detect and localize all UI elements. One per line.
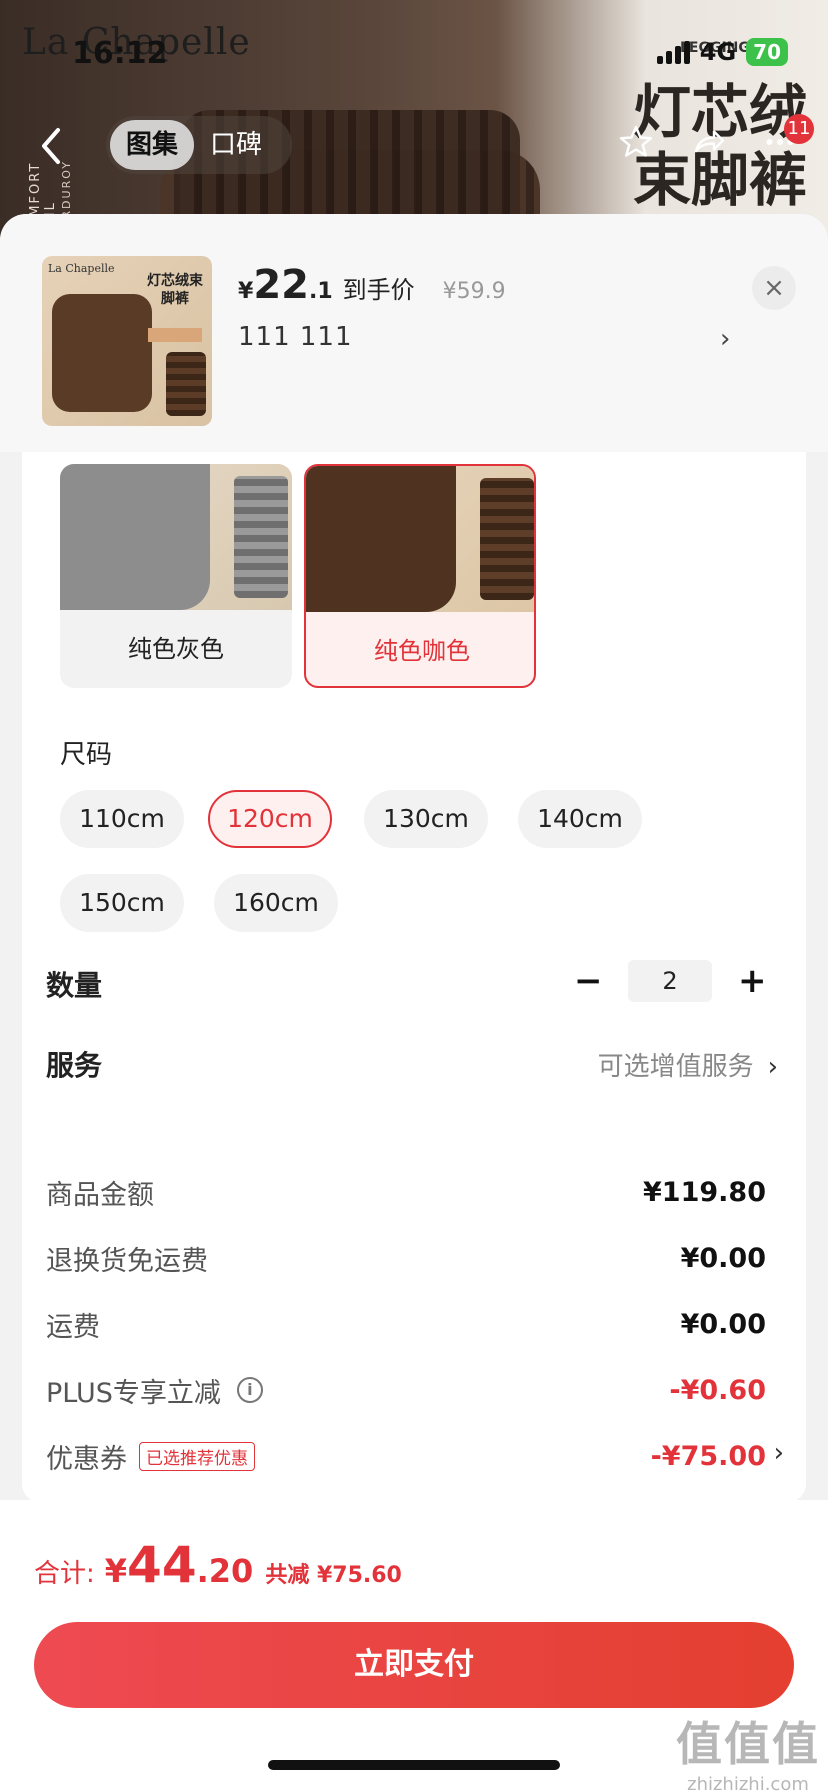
battery-icon: 70 xyxy=(746,38,788,66)
media-tabs: 图集 口碑 xyxy=(106,116,292,174)
thumbnail-brand: La Chapelle xyxy=(48,262,115,275)
price-currency: ¥ xyxy=(238,279,254,304)
coupon-tag: 已选推荐优惠 xyxy=(139,1441,255,1471)
total-label: 合计: xyxy=(34,1559,95,1589)
color-brown-image xyxy=(306,466,534,612)
quantity-plus-button[interactable]: + xyxy=(738,961,767,1001)
back-icon[interactable] xyxy=(36,126,66,166)
service-label: 服务 xyxy=(46,1049,103,1082)
watermark-logo: 值值值 xyxy=(676,1717,820,1771)
breakdown-value: ¥0.00 xyxy=(680,1242,766,1274)
color-option-gray[interactable]: 纯色灰色 xyxy=(60,464,292,688)
price-breakdown-card: 商品金额 ¥119.80 退换货免运费 ¥0.00 运费 ¥0.00 PLUS专… xyxy=(22,1142,806,1502)
original-price: ¥59.9 xyxy=(442,279,506,304)
breakdown-row-subtotal: 商品金额 ¥119.80 xyxy=(46,1172,766,1212)
chevron-right-icon: › xyxy=(767,1052,778,1082)
pay-now-button[interactable]: 立即支付 xyxy=(34,1622,794,1708)
size-option-160[interactable]: 160cm xyxy=(214,874,338,932)
price-decimal: .1 xyxy=(308,279,333,304)
breakdown-value: -¥75.00 xyxy=(650,1440,766,1472)
signal-icon xyxy=(656,40,690,64)
quantity-input[interactable]: 2 xyxy=(628,960,712,1002)
watermark-url: zhizhizhi.com xyxy=(687,1774,809,1792)
tab-reviews[interactable]: 口碑 xyxy=(194,120,278,170)
color-gray-image xyxy=(60,464,292,610)
breakdown-row-coupon[interactable]: 优惠券 已选推荐优惠 -¥75.00 xyxy=(46,1436,766,1476)
info-icon[interactable]: i xyxy=(236,1377,263,1403)
breakdown-label: 运费 xyxy=(46,1311,100,1343)
status-time: 16:12 xyxy=(72,36,168,71)
total-integer: 44 xyxy=(127,1536,197,1594)
favorite-star-icon[interactable] xyxy=(616,122,656,162)
total-price: 合计: ¥ 44 .20 共减 ¥75.60 xyxy=(34,1536,402,1594)
status-indicators: 4G 70 xyxy=(656,38,788,66)
sheet-header: La Chapelle 灯芯绒束脚裤 ¥ 22 .1 到手价 ¥59.9 111… xyxy=(0,214,828,452)
watermark: 值值值 zhizhizhi.com xyxy=(676,1708,820,1792)
network-type: 4G xyxy=(699,38,737,66)
product-thumbnail: La Chapelle 灯芯绒束脚裤 xyxy=(42,256,212,426)
breakdown-label: 优惠券 xyxy=(46,1443,127,1475)
color-option-brown[interactable]: 纯色咖色 xyxy=(304,464,536,688)
quantity-label: 数量 xyxy=(46,969,103,1002)
cart-count-badge: 11 xyxy=(784,114,814,144)
home-indicator xyxy=(268,1760,560,1770)
price-integer: 22 xyxy=(253,262,309,308)
breakdown-label-wrap: PLUS专享立减 i xyxy=(46,1371,263,1410)
checkout-bar: 合计: ¥ 44 .20 共减 ¥75.60 立即支付 值值值 zhizhizh… xyxy=(0,1500,828,1792)
quantity-minus-button[interactable]: − xyxy=(574,961,603,1001)
chevron-right-icon[interactable]: › xyxy=(774,1438,784,1468)
breakdown-label: 退换货免运费 xyxy=(46,1245,208,1277)
breakdown-label-wrap: 优惠券 已选推荐优惠 xyxy=(46,1437,255,1476)
chevron-right-icon[interactable]: › xyxy=(720,324,730,354)
size-option-120[interactable]: 120cm xyxy=(208,790,332,848)
service-selector[interactable]: 可选增值服务 › xyxy=(598,1046,778,1083)
service-value: 可选增值服务 xyxy=(597,1052,754,1082)
breakdown-label: PLUS专享立减 xyxy=(46,1377,221,1409)
breakdown-row-plus-discount: PLUS专享立减 i -¥0.60 xyxy=(46,1370,766,1410)
total-decimal: .20 xyxy=(196,1552,254,1590)
selected-spec[interactable]: 111 111 xyxy=(238,322,353,352)
quantity-stepper: − 2 + xyxy=(574,960,767,1002)
size-option-140[interactable]: 140cm xyxy=(518,790,642,848)
size-section-title: 尺码 xyxy=(60,740,113,770)
share-icon[interactable] xyxy=(688,122,728,162)
tab-gallery[interactable]: 图集 xyxy=(110,120,195,170)
breakdown-value: ¥119.80 xyxy=(643,1176,766,1208)
thumbnail-title: 灯芯绒束脚裤 xyxy=(147,273,203,307)
color-option-label: 纯色灰色 xyxy=(128,635,224,663)
price-label: 到手价 xyxy=(342,276,415,304)
size-option-110[interactable]: 110cm xyxy=(60,790,184,848)
total-currency: ¥ xyxy=(104,1552,128,1590)
breakdown-label: 商品金额 xyxy=(46,1179,154,1211)
size-option-130[interactable]: 130cm xyxy=(364,790,488,848)
breakdown-value: ¥0.00 xyxy=(680,1308,766,1340)
breakdown-row-return-shipping: 退换货免运费 ¥0.00 xyxy=(46,1238,766,1278)
total-saved: 共减 ¥75.60 xyxy=(265,1563,402,1588)
color-option-label: 纯色咖色 xyxy=(374,637,470,665)
breakdown-value: -¥0.60 xyxy=(669,1374,766,1406)
nav-actions xyxy=(616,122,800,162)
close-button[interactable]: × xyxy=(752,266,796,310)
breakdown-row-shipping: 运费 ¥0.00 xyxy=(46,1304,766,1344)
size-option-150[interactable]: 150cm xyxy=(60,874,184,932)
price-line: ¥ 22 .1 到手价 ¥59.9 xyxy=(238,262,506,308)
